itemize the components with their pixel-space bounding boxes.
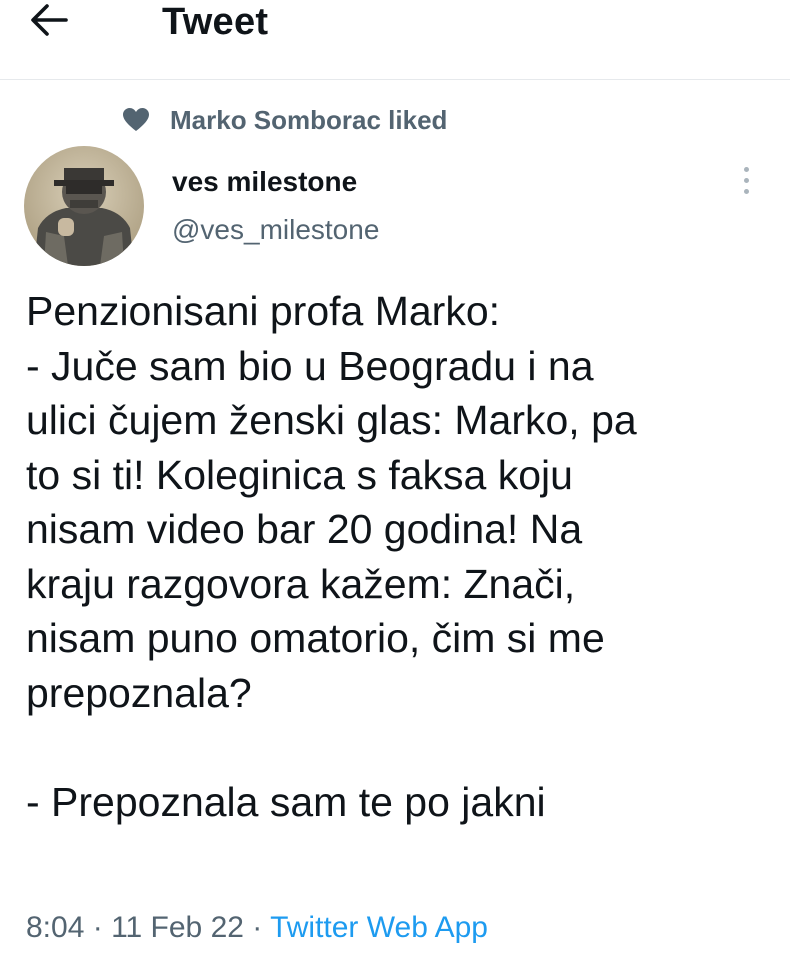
more-dot-icon <box>743 166 749 172</box>
tweet-line: to si ti! Koleginica s faksa koju <box>26 451 573 498</box>
tweet-line: Penzionisani profa Marko: <box>26 288 501 334</box>
avatar[interactable] <box>24 146 144 266</box>
tweet-line: - Prepoznala sam te po jakni <box>26 778 546 825</box>
tweet-line: - Juče sam bio u Beogradu i na <box>26 342 594 389</box>
tweet-line: nisam puno omatorio, čim si me <box>26 615 605 661</box>
page-title: Tweet <box>162 1 269 43</box>
tweet-line: kraju razgovora kažem: Znači, <box>26 560 576 607</box>
heart-icon <box>122 106 150 134</box>
tweet-time[interactable]: 8:04 <box>26 911 84 944</box>
social-context-text: Marko Somborac liked <box>170 104 448 135</box>
tweet-line: nisam video bar 20 godina! Na <box>26 506 583 552</box>
tweet-line: prepoznala? <box>26 669 252 716</box>
back-button[interactable] <box>30 0 86 44</box>
meta-separator: · <box>243 911 271 944</box>
tweet-date[interactable]: 11 Feb 22 <box>111 911 244 944</box>
tweet-text: Penzionisani profa Marko: - Juče sam bio… <box>26 284 776 829</box>
author-display-name[interactable]: ves milestone <box>172 164 357 200</box>
top-bar: Tweet <box>0 0 790 80</box>
social-context[interactable]: Marko Somborac liked <box>122 102 447 138</box>
more-dot-icon <box>743 177 749 183</box>
tweet-line: ulici čujem ženski glas: Marko, pa <box>26 397 637 443</box>
arrow-left-icon <box>30 3 68 42</box>
tweet-meta: 8:04 · 11 Feb 22 · Twitter Web App <box>26 908 488 948</box>
author-handle[interactable]: @ves_milestone <box>172 212 379 248</box>
more-options-button[interactable] <box>728 160 764 200</box>
tweet-source-link[interactable]: Twitter Web App <box>270 911 488 944</box>
more-dot-icon <box>743 188 749 194</box>
meta-separator: · <box>84 911 112 944</box>
